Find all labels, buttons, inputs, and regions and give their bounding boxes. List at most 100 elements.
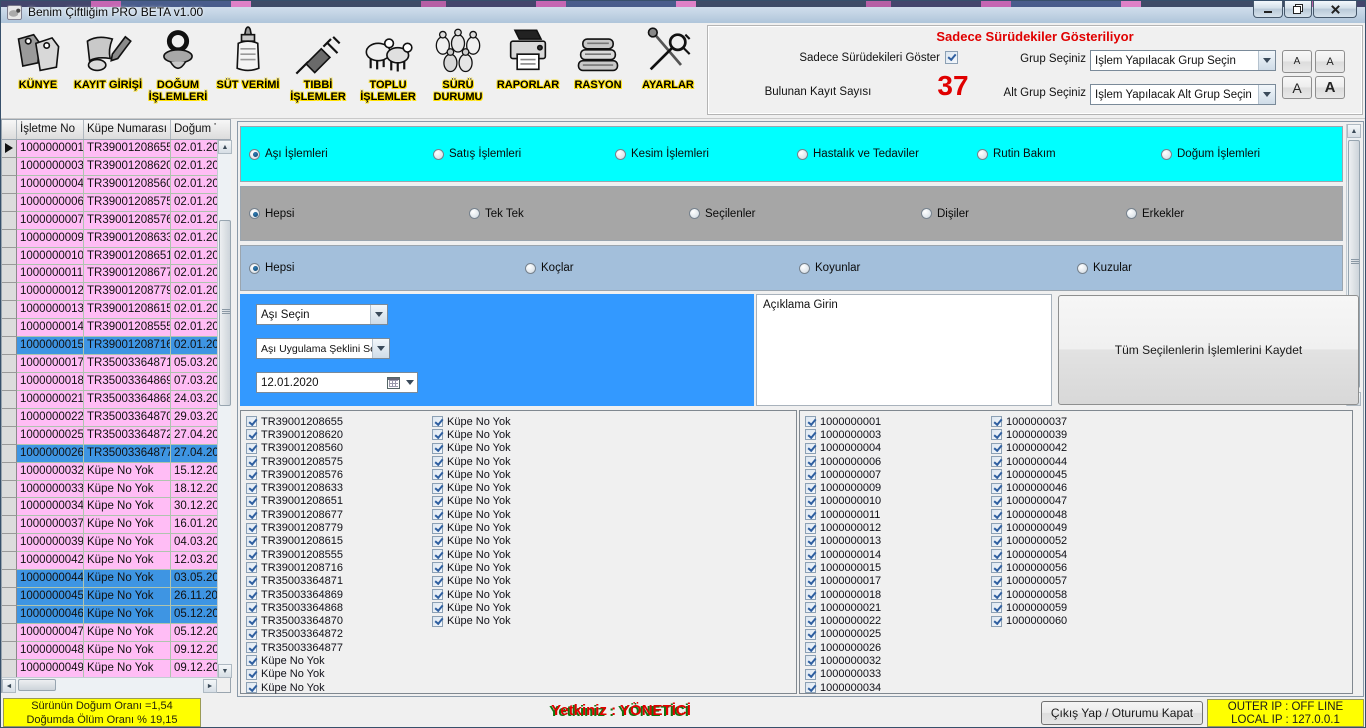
row-selector-cell[interactable] (2, 140, 17, 158)
checkbox-item[interactable]: Küpe No Yok (432, 508, 614, 521)
row-selector-cell[interactable] (2, 158, 17, 176)
checkbox[interactable] (432, 576, 443, 587)
checkbox[interactable] (432, 429, 443, 440)
checkbox-item[interactable]: TR39001208576 (246, 468, 428, 481)
checkbox-item[interactable]: 1000000017 (805, 575, 987, 588)
radio-tek-tek[interactable]: Tek Tek (469, 208, 524, 220)
row-selector-cell[interactable] (2, 516, 17, 534)
checkbox-item[interactable]: 1000000014 (805, 548, 987, 561)
checkbox-item[interactable]: TR39001208620 (246, 428, 428, 441)
checkbox[interactable] (805, 602, 816, 613)
checkbox[interactable] (432, 536, 443, 547)
checkbox-item[interactable]: TR35003364869 (246, 588, 428, 601)
row-selector-cell[interactable] (2, 212, 17, 230)
checkbox-item[interactable]: TR35003364872 (246, 628, 428, 641)
checkbox[interactable] (991, 509, 1002, 520)
radio-a-i-lemleri[interactable]: Aşı İşlemleri (249, 148, 328, 160)
group-select-dropdown-button[interactable] (1258, 51, 1275, 70)
checkbox[interactable] (991, 469, 1002, 480)
checkbox[interactable] (805, 669, 816, 680)
checkbox[interactable] (246, 616, 257, 627)
checkbox-item[interactable]: 1000000004 (805, 442, 987, 455)
checkbox[interactable] (805, 416, 816, 427)
checkbox[interactable] (991, 523, 1002, 534)
radio-hepsi[interactable]: Hepsi (249, 208, 294, 220)
checkbox[interactable] (991, 602, 1002, 613)
table-row[interactable]: 1000000001TR3900120865502.01.20 (2, 140, 218, 158)
checkbox[interactable] (805, 523, 816, 534)
checkbox-item[interactable]: 1000000034 (805, 681, 987, 694)
table-row[interactable]: 1000000039Küpe No Yok04.03.20 (2, 534, 218, 552)
table-row[interactable]: 1000000011TR3900120867702.01.20 (2, 265, 218, 283)
checkbox[interactable] (246, 429, 257, 440)
checkbox-item[interactable]: 1000000054 (991, 548, 1173, 561)
checkbox-item[interactable]: TR39001208615 (246, 535, 428, 548)
checkbox[interactable] (246, 536, 257, 547)
checkbox-item[interactable]: Küpe No Yok (432, 415, 614, 428)
row-selector-cell[interactable] (2, 373, 17, 391)
checkbox-item[interactable]: TR39001208779 (246, 521, 428, 534)
table-row[interactable]: 1000000042Küpe No Yok12.03.20 (2, 552, 218, 570)
checkbox-item[interactable]: 1000000052 (991, 535, 1173, 548)
radio-sat-i-lemleri[interactable]: Satış İşlemleri (433, 148, 521, 160)
checkbox-item[interactable]: 1000000049 (991, 521, 1173, 534)
checkbox-item[interactable]: TR39001208655 (246, 415, 428, 428)
checkbox-item[interactable]: 1000000037 (991, 415, 1173, 428)
checkbox[interactable] (246, 523, 257, 534)
table-row[interactable]: 1000000032Küpe No Yok15.12.20 (2, 463, 218, 481)
table-row[interactable]: 1000000003TR3900120862002.01.20 (2, 158, 218, 176)
scroll-left-button[interactable]: ◄ (2, 679, 16, 693)
checkbox[interactable] (805, 496, 816, 507)
radio-kuzular[interactable]: Kuzular (1077, 262, 1132, 274)
checkbox[interactable] (432, 443, 443, 454)
row-selector-cell[interactable] (2, 606, 17, 624)
save-all-selected-button[interactable]: Tüm Seçilenlerin İşlemlerini Kaydet (1058, 295, 1359, 405)
column-header-kupe-numarasi[interactable]: Küpe Numarası (84, 120, 171, 139)
table-row[interactable]: 1000000006TR3900120857502.01.20 (2, 194, 218, 212)
scrollbar-thumb[interactable] (18, 679, 56, 691)
table-row[interactable]: 1000000049Küpe No Yok09.12.20 (2, 660, 218, 678)
row-selector-cell[interactable] (2, 355, 17, 373)
checkbox[interactable] (432, 483, 443, 494)
checkbox[interactable] (432, 589, 443, 600)
checkbox[interactable] (991, 576, 1002, 587)
row-selector-cell[interactable] (2, 463, 17, 481)
row-selector-cell[interactable] (2, 570, 17, 588)
table-row[interactable]: 1000000004TR3900120856002.01.20 (2, 176, 218, 194)
checkbox-item[interactable]: 1000000047 (991, 495, 1173, 508)
checkbox[interactable] (991, 496, 1002, 507)
row-selector-cell[interactable] (2, 176, 17, 194)
checkbox[interactable] (805, 655, 816, 666)
checkbox-item[interactable]: Küpe No Yok (432, 614, 614, 627)
radio-erkekler[interactable]: Erkekler (1126, 208, 1184, 220)
checkbox[interactable] (246, 509, 257, 520)
checkbox[interactable] (991, 562, 1002, 573)
radio-kesim-i-lemleri[interactable]: Kesim İşlemleri (615, 148, 709, 160)
checkbox[interactable] (246, 483, 257, 494)
checkbox[interactable] (805, 682, 816, 693)
vaccine-select-dropdown-button[interactable] (370, 305, 387, 324)
checkbox-item[interactable]: Küpe No Yok (432, 428, 614, 441)
checkbox[interactable] (432, 469, 443, 480)
checkbox-item[interactable]: 1000000012 (805, 521, 987, 534)
checkbox[interactable] (805, 576, 816, 587)
table-row[interactable]: 1000000017TR3500336487105.03.20 (2, 355, 218, 373)
toolbar-button-ayarlar[interactable]: AYARLAR (633, 24, 703, 118)
radio-ko-lar[interactable]: Koçlar (525, 262, 574, 274)
checkbox-item[interactable]: 1000000011 (805, 508, 987, 521)
row-selector-cell[interactable] (2, 337, 17, 355)
logout-button[interactable]: Çıkış Yap / Oturumu Kapat (1041, 701, 1203, 725)
table-row[interactable]: 1000000013TR3900120861502.01.20 (2, 301, 218, 319)
checkbox[interactable] (991, 589, 1002, 600)
restore-button[interactable] (1284, 1, 1312, 18)
description-textarea[interactable]: Açıklama Girin (756, 294, 1052, 406)
checkbox[interactable] (246, 416, 257, 427)
font-size-button-3[interactable]: A (1282, 76, 1312, 99)
checkbox-item[interactable]: 1000000058 (991, 588, 1173, 601)
table-row[interactable]: 1000000026TR3500336487727.04.20 (2, 445, 218, 463)
checkbox-item[interactable]: Küpe No Yok (432, 468, 614, 481)
checkbox[interactable] (246, 642, 257, 653)
column-header-dogum[interactable]: Doğum T (171, 120, 216, 139)
checkbox-item[interactable]: Küpe No Yok (432, 455, 614, 468)
checkbox[interactable] (432, 416, 443, 427)
